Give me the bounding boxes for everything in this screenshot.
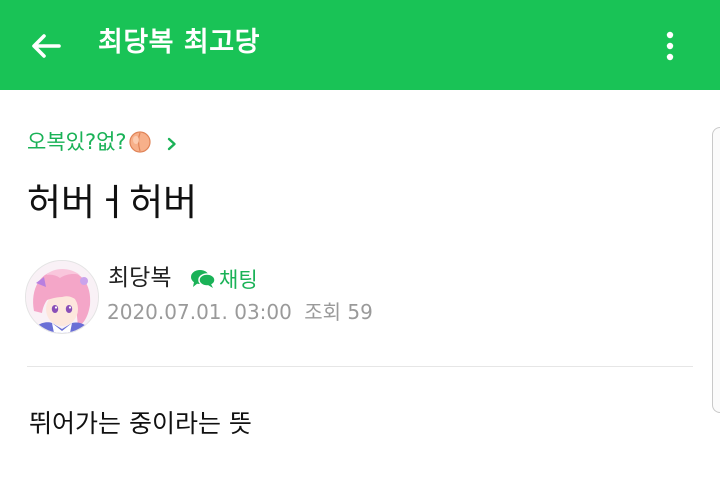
app-bar: 최당복 최고당	[0, 0, 720, 90]
chat-label: 채팅	[219, 268, 258, 292]
post-date: 2020.07.01. 03:00	[107, 300, 292, 324]
post-body: 뛰어가는 중이라는 뜻	[29, 409, 252, 438]
author-avatar[interactable]	[25, 260, 99, 334]
divider	[27, 366, 693, 367]
board-link[interactable]: 오복있?없?	[27, 126, 180, 156]
chevron-right-icon	[164, 133, 180, 151]
post-content: 오복있?없? 허버ㅓ허버 최당복 채팅 2020.07.01. 03:00 조회…	[0, 90, 720, 481]
author-name[interactable]: 최당복	[108, 262, 171, 294]
more-options-button[interactable]	[654, 26, 686, 66]
board-name: 오복있?없?	[27, 130, 127, 154]
more-vertical-icon	[666, 31, 674, 61]
chat-button[interactable]: 채팅	[190, 264, 258, 294]
arrow-left-icon	[32, 34, 61, 58]
chat-bubbles-icon	[190, 268, 216, 290]
post-meta: 2020.07.01. 03:00 조회 59	[107, 297, 373, 327]
view-count: 조회 59	[304, 300, 373, 324]
back-button[interactable]	[26, 26, 66, 66]
anime-avatar-icon	[26, 261, 98, 333]
cafe-title: 최당복 최고당	[98, 27, 260, 58]
side-panel-handle[interactable]	[712, 127, 720, 413]
peach-icon	[128, 129, 152, 153]
post-title: 허버ㅓ허버	[27, 181, 198, 224]
